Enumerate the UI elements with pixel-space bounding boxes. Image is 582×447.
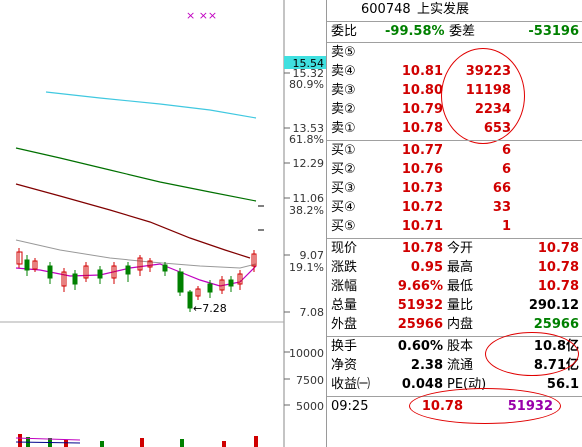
bid-row-4: 买④ 10.72 33 bbox=[327, 199, 582, 217]
weibi-value: -99.58% bbox=[385, 24, 445, 39]
finance-label: 流通 bbox=[447, 358, 474, 373]
order-ratio-row: 委比 -99.58% 委差 -53196 bbox=[327, 23, 582, 41]
stock-code: 600748 bbox=[361, 2, 411, 17]
bid-label: 买② bbox=[331, 162, 356, 177]
ask-label: 卖④ bbox=[331, 64, 356, 79]
stat-label: 最高 bbox=[447, 260, 474, 275]
stat-label: 最低 bbox=[447, 279, 474, 294]
axis-label: 19.1% bbox=[289, 261, 324, 274]
weibi-label: 委比 bbox=[331, 24, 358, 39]
ask-label: 卖③ bbox=[331, 83, 356, 98]
bid-label: 买① bbox=[331, 143, 356, 158]
bid-label: 买⑤ bbox=[331, 219, 356, 234]
bid-row-3: 买③ 10.73 66 bbox=[327, 180, 582, 198]
finance-label: 股本 bbox=[447, 339, 474, 354]
stat-value: 9.66% bbox=[397, 279, 443, 294]
ask-volume-annotation-circle bbox=[441, 48, 525, 144]
stat-value: 10.78 bbox=[537, 260, 579, 275]
stat-value: 25966 bbox=[397, 317, 443, 332]
bid-volume: 6 bbox=[501, 143, 511, 158]
ask-price: 10.80 bbox=[401, 83, 443, 98]
tick-annotation-circle bbox=[409, 388, 561, 424]
stat-label: 总量 bbox=[331, 298, 358, 313]
finance-value: 2.38 bbox=[410, 358, 443, 373]
stat-value: 25966 bbox=[533, 317, 579, 332]
axis-label: 10000 bbox=[289, 347, 324, 360]
ask-price: 10.78 bbox=[401, 121, 443, 136]
finance-label: 收益㈠ bbox=[331, 377, 371, 392]
ask-label: 卖⑤ bbox=[331, 45, 356, 60]
bid-price: 10.73 bbox=[401, 181, 443, 196]
stats-row: 现价 10.78 今开 10.78 bbox=[327, 240, 582, 258]
weicha-value: -53196 bbox=[528, 24, 579, 39]
bid-volume: 6 bbox=[501, 162, 511, 177]
ask-label: 卖① bbox=[331, 121, 356, 136]
axis-label: 38.2% bbox=[289, 204, 324, 217]
bid-label: 买③ bbox=[331, 181, 356, 196]
kline-chart[interactable]: × ×× 15.54 15.32 80.9% 13.53 61.8% 12.29… bbox=[0, 0, 326, 447]
bid-volume: 1 bbox=[501, 219, 511, 234]
stat-label: 外盘 bbox=[331, 317, 358, 332]
axis-label: 80.9% bbox=[289, 78, 324, 91]
stat-label: 今开 bbox=[447, 241, 474, 256]
stat-value: 10.78 bbox=[537, 241, 579, 256]
stat-label: 涨幅 bbox=[331, 279, 358, 294]
bid-price: 10.71 bbox=[401, 219, 443, 234]
stat-value: 10.78 bbox=[401, 241, 443, 256]
weicha-label: 委差 bbox=[449, 24, 476, 39]
stat-value: 51932 bbox=[397, 298, 443, 313]
share-capital-annotation-circle bbox=[485, 332, 579, 376]
axis-label: 12.29 bbox=[293, 157, 325, 170]
axis-label: 7.08 bbox=[300, 306, 325, 319]
bid-volume: 33 bbox=[492, 200, 511, 215]
bid-price: 10.77 bbox=[401, 143, 443, 158]
ask-label: 卖② bbox=[331, 102, 356, 117]
bid-volume: 66 bbox=[492, 181, 511, 196]
stock-name: 上实发展 bbox=[417, 2, 470, 17]
axis-label: 61.8% bbox=[289, 133, 324, 146]
finance-value: 0.60% bbox=[397, 339, 443, 354]
stat-value: 0.95 bbox=[410, 260, 443, 275]
quote-panel: 600748 上实发展 委比 -99.58% 委差 -53196 卖⑤ 卖④ 1… bbox=[326, 0, 582, 447]
stat-label: 量比 bbox=[447, 298, 474, 313]
low-price-label: ←7.28 bbox=[193, 302, 227, 315]
finance-label: 换手 bbox=[331, 339, 358, 354]
finance-label: 净资 bbox=[331, 358, 358, 373]
stats-row: 外盘 25966 内盘 25966 bbox=[327, 316, 582, 334]
axis-label: 7500 bbox=[296, 374, 324, 387]
bid-row-5: 买⑤ 10.71 1 bbox=[327, 218, 582, 236]
bid-price: 10.72 bbox=[401, 200, 443, 215]
axis-label: 5000 bbox=[296, 400, 324, 413]
stats-row: 总量 51932 量比 290.12 bbox=[327, 297, 582, 315]
bid-price: 10.76 bbox=[401, 162, 443, 177]
stat-label: 涨跌 bbox=[331, 260, 358, 275]
stat-value: 290.12 bbox=[528, 298, 579, 313]
stat-label: 内盘 bbox=[447, 317, 474, 332]
bid-row-1: 买① 10.77 6 bbox=[327, 142, 582, 160]
stat-value: 10.78 bbox=[537, 279, 579, 294]
ask-price: 10.79 bbox=[401, 102, 443, 117]
finance-value: 0.048 bbox=[401, 377, 443, 392]
bid-label: 买④ bbox=[331, 200, 356, 215]
tick-time: 09:25 bbox=[331, 399, 369, 414]
stock-header: 600748 上实发展 bbox=[327, 1, 582, 19]
signal-markers: × ×× bbox=[186, 9, 217, 22]
stats-row: 涨跌 0.95 最高 10.78 bbox=[327, 259, 582, 277]
stats-row: 涨幅 9.66% 最低 10.78 bbox=[327, 278, 582, 296]
ask-price: 10.81 bbox=[401, 64, 443, 79]
bid-row-2: 买② 10.76 6 bbox=[327, 161, 582, 179]
stat-label: 现价 bbox=[331, 241, 358, 256]
